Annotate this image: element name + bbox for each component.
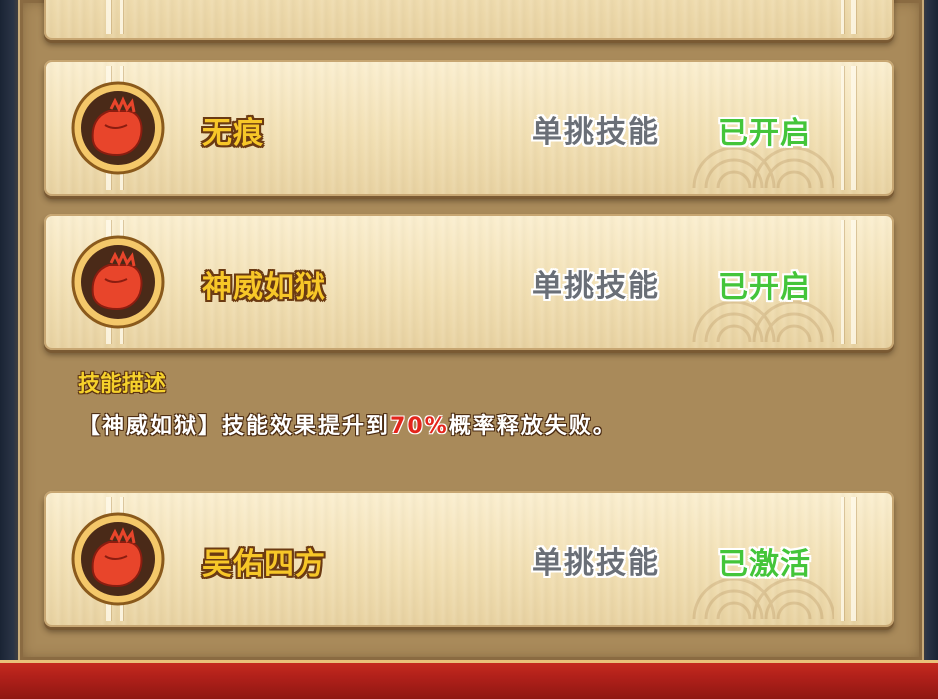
skill-card-partial[interactable]: [44, 0, 894, 40]
skill-list-panel[interactable]: 无痕 单挑技能 已开启 神威如狱 单挑技能 已开启 吴佑四方 单挑技能 已激活: [18, 0, 924, 660]
red-fist-icon: [71, 235, 165, 329]
skill-name: 吴佑四方: [202, 547, 326, 582]
skill-type: 单挑技能: [532, 115, 660, 150]
skill-description-text: 【神威如狱】技能效果提升到70%概率释放失败。: [78, 408, 617, 440]
skill-status: 已开启: [718, 270, 811, 305]
skill-type: 单挑技能: [532, 269, 660, 304]
skill-card[interactable]: 无痕 单挑技能 已开启: [44, 60, 894, 196]
description-text-after: 概率释放失败。: [448, 414, 617, 439]
red-fist-icon: [71, 81, 165, 175]
skill-status: 已开启: [718, 116, 811, 151]
skill-description-title: 技能描述: [78, 372, 167, 397]
description-text-before: 【神威如狱】技能效果提升到: [78, 414, 391, 439]
skill-status: 已激活: [718, 547, 811, 582]
game-screen: 无痕 单挑技能 已开启 神威如狱 单挑技能 已开启 吴佑四方 单挑技能 已激活 …: [0, 0, 938, 699]
description-highlight: 70%: [390, 414, 449, 439]
skill-name: 无痕: [202, 116, 264, 151]
skill-card[interactable]: 神威如狱 单挑技能 已开启: [44, 214, 894, 350]
skill-card[interactable]: 吴佑四方 单挑技能 已激活: [44, 491, 894, 627]
skill-name: 神威如狱: [202, 270, 326, 305]
bottom-decorative-band: [0, 660, 938, 699]
skill-type: 单挑技能: [532, 546, 660, 581]
red-fist-icon: [71, 512, 165, 606]
